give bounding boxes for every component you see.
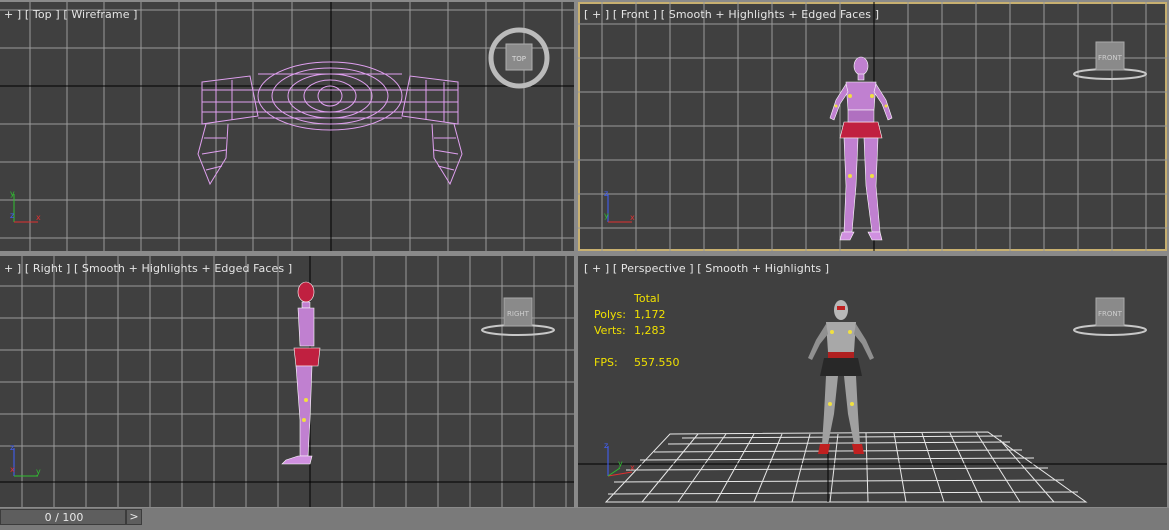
view-cube-icon[interactable]: RIGHT [480,294,558,342]
axis-tripod-icon: z x y [10,444,41,477]
chevron-right-icon: > [129,510,139,523]
character-model-front[interactable] [816,56,906,242]
viewport-top[interactable]: + ] [ Top ] [ Wireframe ] y z x TOP [0,2,574,251]
time-slider-bar: 0 / 100 > [0,508,1169,530]
viewport-right[interactable]: + ] [ Right ] [ Smooth + Highlights + Ed… [0,256,574,507]
svg-text:z: z [10,211,14,220]
character-model-right[interactable] [278,280,324,466]
svg-text:y: y [618,459,623,468]
svg-text:y: y [604,211,609,220]
axis-tripod-icon: y z x [10,190,41,223]
fps-label: FPS: [594,356,618,369]
fps-value: 557.550 [634,356,680,369]
time-slider[interactable]: 0 / 100 [0,509,126,525]
svg-text:x: x [630,463,635,472]
viewport-perspective[interactable]: [ + ] [ Perspective ] [ Smooth + Highlig… [578,256,1167,507]
svg-text:z: z [10,444,14,452]
svg-text:z: z [604,190,608,198]
svg-text:x: x [10,465,15,474]
frame-counter: 0 / 100 [44,511,84,524]
view-cube-label: FRONT [1098,310,1123,318]
view-cube-icon[interactable]: TOP [484,22,554,94]
statistics-overlay: Total Polys: 1,172 Verts: 1,283 FPS: 557… [578,256,718,376]
svg-text:z: z [604,442,608,450]
verts-label: Verts: [594,324,626,337]
svg-text:x: x [36,213,41,222]
viewport-label-top[interactable]: + ] [ Top ] [ Wireframe ] [4,8,138,21]
polys-value: 1,172 [634,308,666,321]
view-cube-label: RIGHT [507,310,530,318]
svg-text:x: x [630,213,635,222]
character-model-perspective[interactable] [804,298,878,458]
viewport-label-right[interactable]: + ] [ Right ] [ Smooth + Highlights + Ed… [4,262,292,275]
wireframe-model-top[interactable] [196,54,466,188]
axis-tripod-icon: z y x [604,190,635,223]
view-cube-icon[interactable]: FRONT [1072,38,1150,86]
svg-text:y: y [36,467,41,476]
verts-value: 1,283 [634,324,666,337]
view-cube-icon[interactable]: FRONT [1072,294,1150,342]
view-cube-label: TOP [511,55,526,63]
viewport-front[interactable]: [ + ] [ Front ] [ Smooth + Highlights + … [578,2,1167,251]
viewport-label-front[interactable]: [ + ] [ Front ] [ Smooth + Highlights + … [584,8,879,21]
stats-header: Total [634,292,660,305]
polys-label: Polys: [594,308,626,321]
view-cube-label: FRONT [1098,54,1123,62]
next-frame-button[interactable]: > [126,509,142,525]
axis-tripod-icon: z x y [604,442,635,477]
svg-text:y: y [10,190,15,198]
